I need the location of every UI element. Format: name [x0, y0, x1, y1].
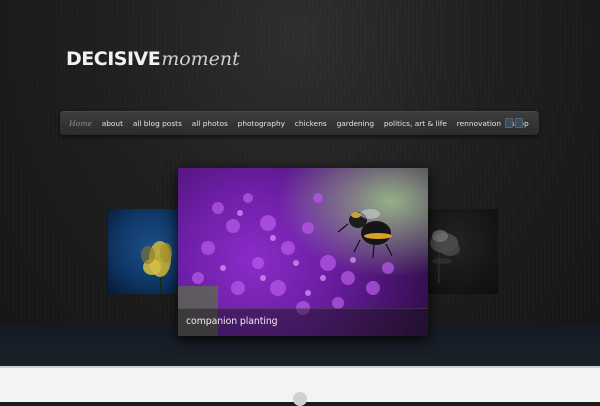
- nav-item-gardening[interactable]: gardening: [337, 119, 374, 128]
- nav-item-politics-art-life[interactable]: politics, art & life: [384, 119, 447, 128]
- nav-item-rennovation[interactable]: rennovation: [457, 119, 501, 128]
- main-navigation: Home about all blog posts all photos pho…: [60, 111, 539, 135]
- slide-thumbnail-right[interactable]: [426, 209, 498, 294]
- logo-bold-text: DECISIVE: [66, 48, 161, 70]
- yellow-flower-image: [141, 241, 172, 294]
- slide-caption-text: companion planting: [186, 316, 278, 327]
- logo-italic-text: moment: [161, 48, 240, 70]
- dark-flower-image: [430, 230, 460, 283]
- nav-item-photography[interactable]: photography: [238, 119, 285, 128]
- nav-item-all-blog-posts[interactable]: all blog posts: [133, 119, 182, 128]
- footer: [0, 366, 600, 406]
- footer-circle-icon: [293, 392, 307, 406]
- nav-item-chickens[interactable]: chickens: [295, 119, 327, 128]
- header-area: DECISIVEmoment Home about all blog posts…: [0, 0, 600, 366]
- slide-thumbnail-left[interactable]: [108, 209, 180, 294]
- nav-item-about[interactable]: about: [102, 119, 123, 128]
- rss-icon[interactable]: [505, 118, 523, 128]
- slide-caption: companion planting: [178, 308, 428, 336]
- nav-item-home[interactable]: Home: [69, 119, 92, 128]
- nav-item-all-photos[interactable]: all photos: [192, 119, 228, 128]
- featured-slide[interactable]: companion planting: [178, 168, 428, 336]
- site-logo[interactable]: DECISIVEmoment: [66, 48, 240, 74]
